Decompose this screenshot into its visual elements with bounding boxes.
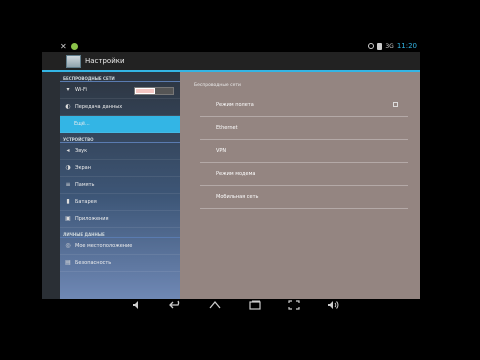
volume-icon: ◂ bbox=[66, 147, 70, 154]
sidebar-item-label: Звук bbox=[75, 148, 88, 154]
home-icon[interactable] bbox=[208, 300, 222, 310]
sidebar-item-more[interactable]: Ещё... bbox=[60, 116, 180, 133]
navigation-bar bbox=[130, 298, 340, 312]
battery-icon: ▮ bbox=[66, 198, 70, 205]
recent-apps-icon[interactable] bbox=[248, 300, 262, 310]
sidebar-item-apps[interactable]: ▣ Приложения bbox=[60, 211, 180, 228]
settings-app-icon[interactable] bbox=[66, 54, 81, 68]
wifi-icon: ▾ bbox=[66, 86, 70, 93]
signal-label: 3G bbox=[385, 42, 394, 50]
volume-up-icon[interactable] bbox=[326, 300, 340, 310]
panel-item-label: Режим модема bbox=[216, 171, 256, 177]
battery-icon bbox=[377, 42, 383, 50]
clock: 11:20 bbox=[396, 42, 417, 50]
status-bar: ✕ 3G 11:20 bbox=[42, 41, 420, 52]
sidebar-item-data-usage[interactable]: ◐ Передача данных bbox=[60, 99, 180, 116]
notification-usb-icon: ✕ bbox=[60, 42, 67, 51]
sidebar-item-label: Ещё... bbox=[74, 121, 90, 127]
page-title: Настройки bbox=[85, 57, 125, 65]
sidebar-item-label: Wi-Fi bbox=[75, 87, 87, 93]
settings-detail-panel: Беспроводные сети Режим полета Ethernet … bbox=[180, 72, 420, 299]
back-icon[interactable] bbox=[169, 300, 183, 310]
sidebar-item-wifi[interactable]: ▾ Wi-Fi bbox=[60, 82, 180, 99]
panel-item-airplane-mode[interactable]: Режим полета bbox=[200, 94, 408, 117]
wifi-toggle[interactable] bbox=[134, 87, 174, 95]
storage-icon: ≡ bbox=[65, 181, 71, 188]
panel-item-mobile-network[interactable]: Мобильная сеть bbox=[200, 186, 408, 209]
lock-icon: ▤ bbox=[65, 259, 71, 266]
airplane-mode-checkbox[interactable] bbox=[393, 102, 398, 107]
sidebar-item-sound[interactable]: ◂ Звук bbox=[60, 143, 180, 160]
panel-item-tethering[interactable]: Режим модема bbox=[200, 163, 408, 186]
panel-item-label: VPN bbox=[216, 148, 227, 154]
panel-header: Беспроводные сети bbox=[194, 83, 241, 88]
apps-icon: ▣ bbox=[65, 215, 71, 222]
volume-down-icon[interactable] bbox=[130, 300, 144, 310]
panel-item-label: Мобильная сеть bbox=[216, 194, 259, 200]
sidebar-item-label: Приложения bbox=[75, 216, 109, 222]
toggle-knob bbox=[135, 88, 155, 94]
sidebar-item-display[interactable]: ◑ Экран bbox=[60, 160, 180, 177]
screenshot-icon[interactable] bbox=[287, 300, 301, 310]
location-icon: ◎ bbox=[65, 242, 71, 249]
sidebar-item-security[interactable]: ▤ Безопасность bbox=[60, 255, 180, 272]
sidebar-item-location[interactable]: ◎ Мое местоположение bbox=[60, 238, 180, 255]
notification-android-icon bbox=[70, 43, 78, 50]
panel-item-label: Ethernet bbox=[216, 125, 238, 131]
section-header-device: УСТРОЙСТВО bbox=[60, 133, 180, 143]
panel-item-vpn[interactable]: VPN bbox=[200, 140, 408, 163]
section-header-personal: ЛИЧНЫЕ ДАННЫЕ bbox=[60, 228, 180, 238]
action-bar: Настройки bbox=[42, 52, 420, 72]
alarm-icon bbox=[368, 43, 375, 49]
sidebar-item-label: Мое местоположение bbox=[75, 243, 133, 249]
data-usage-icon: ◐ bbox=[65, 103, 71, 110]
sidebar-item-storage[interactable]: ≡ Память bbox=[60, 177, 180, 194]
sidebar-item-label: Экран bbox=[75, 165, 92, 171]
sidebar-item-label: Батарея bbox=[75, 199, 97, 205]
panel-item-label: Режим полета bbox=[216, 102, 254, 108]
sidebar-item-label: Память bbox=[75, 182, 95, 188]
panel-item-ethernet[interactable]: Ethernet bbox=[200, 117, 408, 140]
sidebar-item-label: Передача данных bbox=[75, 104, 123, 110]
settings-sidebar: БЕСПРОВОДНЫЕ СЕТИ ▾ Wi-Fi ◐ Передача дан… bbox=[60, 72, 180, 299]
sidebar-item-label: Безопасность bbox=[75, 260, 112, 266]
sidebar-item-battery[interactable]: ▮ Батарея bbox=[60, 194, 180, 211]
section-header-wireless: БЕСПРОВОДНЫЕ СЕТИ bbox=[60, 72, 180, 82]
brightness-icon: ◑ bbox=[65, 164, 71, 171]
android-settings-screen: ✕ 3G 11:20 Настройки БЕСПРОВОДНЫЕ СЕТИ ▾… bbox=[42, 41, 420, 299]
